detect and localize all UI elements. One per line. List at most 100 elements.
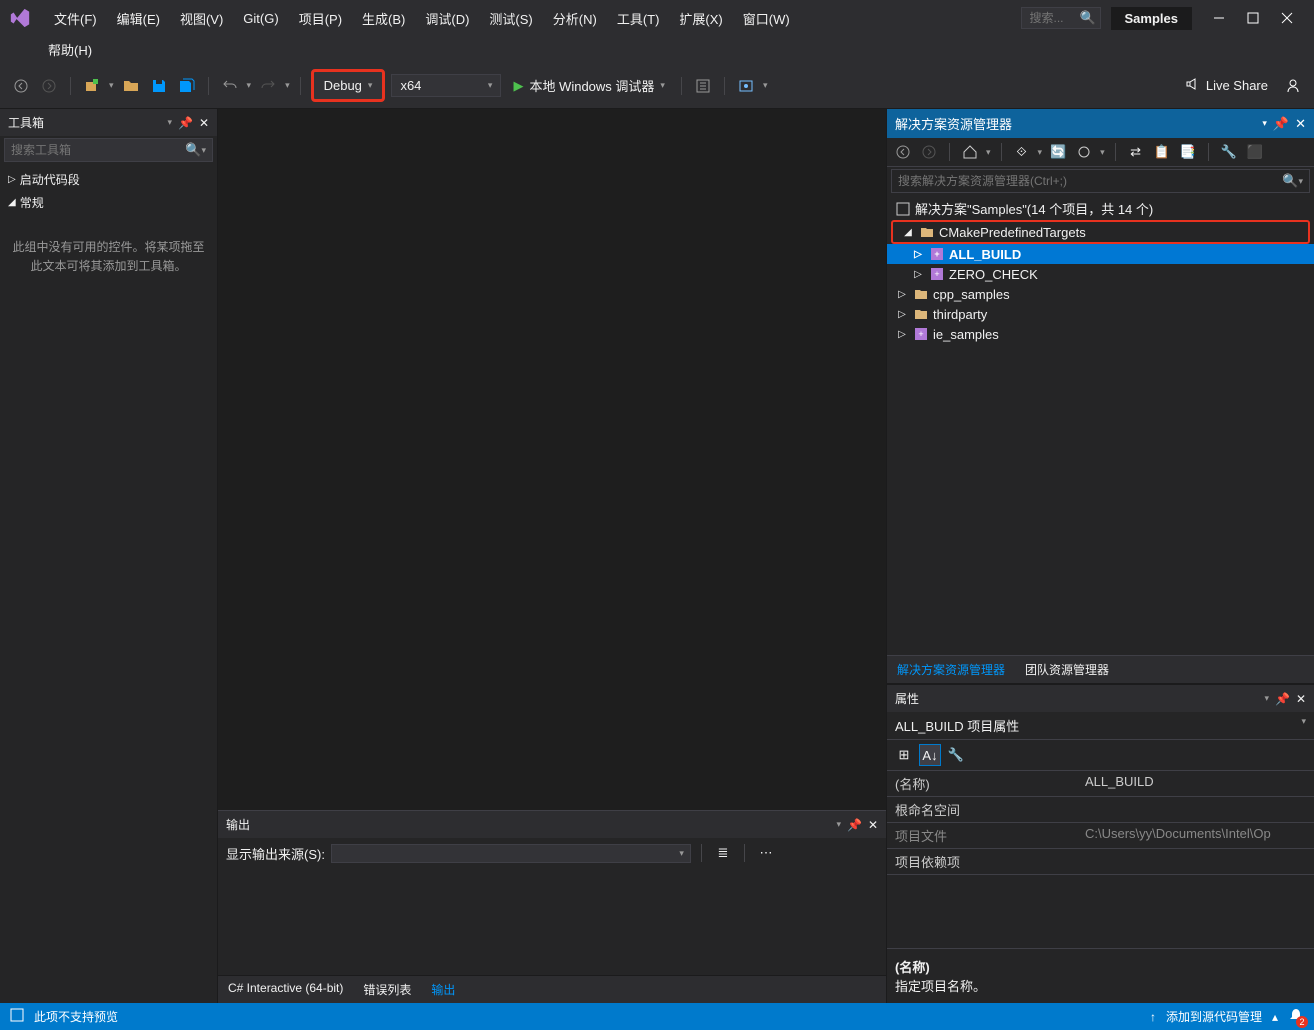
undo-button[interactable] — [219, 75, 241, 97]
tab-team-explorer[interactable]: 团队资源管理器 — [1015, 656, 1119, 683]
menu-analyze[interactable]: 分析(N) — [543, 5, 607, 32]
tab-error-list[interactable]: 错误列表 — [353, 976, 421, 1003]
close-icon[interactable]: ✕ — [1295, 116, 1306, 132]
solution-icon — [895, 201, 911, 217]
toolbox-search-input[interactable] — [11, 143, 185, 157]
property-row[interactable]: (名称) ALL_BUILD — [887, 771, 1314, 797]
sol-toolbar-button[interactable]: 📋 — [1152, 142, 1172, 162]
notification-button[interactable]: 2 — [1288, 1007, 1304, 1026]
platform-dropdown[interactable]: x64 ▾ — [391, 74, 501, 97]
chevron-down-icon: ▾ — [763, 80, 768, 91]
chevron-down-icon[interactable]: ▾ — [167, 117, 172, 128]
start-debug-button[interactable]: ▶ 本地 Windows 调试器 ▾ — [507, 73, 671, 98]
close-icon[interactable]: ✕ — [1296, 692, 1306, 706]
sol-toolbar-button[interactable]: ⬛ — [1245, 142, 1265, 162]
title-search-input[interactable] — [1030, 11, 1080, 25]
feedback-button[interactable] — [1282, 75, 1304, 97]
chevron-down-icon: ▾ — [660, 80, 665, 91]
open-file-button[interactable] — [120, 75, 142, 97]
tree-item-cpp-samples[interactable]: ▷ cpp_samples — [887, 284, 1314, 304]
solution-search[interactable]: 🔍 ▾ — [891, 169, 1310, 193]
menu-build[interactable]: 生成(B) — [352, 5, 415, 32]
statusbar-icon[interactable] — [10, 1008, 24, 1025]
property-value[interactable] — [1077, 849, 1314, 874]
title-search[interactable]: 🔍 — [1021, 7, 1101, 29]
alphabetize-button[interactable]: A↓ — [919, 744, 941, 766]
home-icon[interactable] — [960, 142, 980, 162]
categorize-button[interactable]: ⊞ — [893, 744, 915, 766]
new-project-button[interactable] — [81, 75, 103, 97]
close-icon[interactable]: ✕ — [199, 116, 209, 130]
output-source-dropdown[interactable]: ▾ — [331, 844, 691, 863]
tree-item-cmake-targets[interactable]: ◢ CMakePredefinedTargets — [891, 220, 1310, 244]
property-value[interactable]: ALL_BUILD — [1077, 771, 1314, 796]
menu-extensions[interactable]: 扩展(X) — [669, 5, 732, 32]
chevron-down-icon[interactable]: ▾ — [1264, 693, 1269, 704]
menu-test[interactable]: 测试(S) — [479, 5, 542, 32]
svg-text:+: + — [934, 249, 939, 259]
chevron-down-icon: ◢ — [901, 227, 915, 238]
toolbar-button[interactable] — [692, 75, 714, 97]
sol-toolbar-button[interactable]: 🔄 — [1048, 142, 1068, 162]
redo-button[interactable] — [257, 75, 279, 97]
pin-icon[interactable]: 📌 — [847, 818, 862, 832]
output-toolbar-button[interactable]: ⋯ — [755, 842, 777, 864]
wrench-icon[interactable]: 🔧 — [945, 744, 967, 766]
config-dropdown[interactable]: Debug ▾ — [311, 69, 386, 102]
pin-icon[interactable]: 📌 — [1273, 116, 1289, 132]
pin-icon[interactable]: 📌 — [178, 116, 193, 130]
toolbox-search[interactable]: 🔍 ▾ — [4, 138, 213, 162]
sol-forward-button[interactable] — [919, 142, 939, 162]
close-icon[interactable]: ✕ — [868, 818, 878, 832]
live-share-button[interactable]: Live Share — [1176, 72, 1276, 99]
property-row[interactable]: 项目文件 C:\Users\yy\Documents\Intel\Op — [887, 823, 1314, 849]
chevron-down-icon[interactable]: ▾ — [1301, 716, 1306, 735]
sol-toolbar-button[interactable]: ⟐ — [1012, 142, 1032, 162]
pin-icon[interactable]: 📌 — [1275, 692, 1290, 706]
tab-output[interactable]: 输出 — [421, 976, 465, 1003]
tree-item-ie-samples[interactable]: ▷ + ie_samples — [887, 324, 1314, 344]
sol-back-button[interactable] — [893, 142, 913, 162]
toolbar-button[interactable] — [735, 75, 757, 97]
tab-interactive[interactable]: C# Interactive (64-bit) — [218, 976, 353, 1003]
nav-back-button[interactable] — [10, 75, 32, 97]
toolbox-item[interactable]: ◢常规 — [0, 191, 217, 214]
minimize-button[interactable] — [1212, 11, 1226, 25]
project-icon: + — [913, 326, 929, 342]
sol-toolbar-button[interactable]: ⇄ — [1126, 142, 1146, 162]
solution-search-input[interactable] — [898, 174, 1282, 188]
output-title: 输出 — [226, 816, 250, 833]
chevron-down-icon[interactable]: ▾ — [1262, 118, 1267, 129]
save-button[interactable] — [148, 75, 170, 97]
output-toolbar-button[interactable]: ≣ — [712, 842, 734, 864]
menu-debug[interactable]: 调试(D) — [415, 5, 479, 32]
sol-toolbar-button[interactable] — [1074, 142, 1094, 162]
tab-solution-explorer[interactable]: 解决方案资源管理器 — [887, 656, 1015, 683]
menu-file[interactable]: 文件(F) — [44, 5, 107, 32]
menu-tools[interactable]: 工具(T) — [607, 5, 670, 32]
property-value[interactable] — [1077, 797, 1314, 822]
svg-text:+: + — [918, 329, 923, 339]
tree-item-zero-check[interactable]: ▷ + ZERO_CHECK — [887, 264, 1314, 284]
chevron-down-icon[interactable]: ▾ — [836, 819, 841, 830]
menu-view[interactable]: 视图(V) — [170, 5, 233, 32]
tree-item-thirdparty[interactable]: ▷ thirdparty — [887, 304, 1314, 324]
property-row[interactable]: 根命名空间 — [887, 797, 1314, 823]
menu-window[interactable]: 窗口(W) — [733, 5, 800, 32]
property-row[interactable]: 项目依赖项 — [887, 849, 1314, 875]
menu-help[interactable]: 帮助(H) — [48, 40, 92, 59]
save-all-button[interactable] — [176, 75, 198, 97]
source-control-button[interactable]: 添加到源代码管理 — [1166, 1008, 1262, 1025]
menu-edit[interactable]: 编辑(E) — [107, 5, 170, 32]
toolbox-item[interactable]: ▷启动代码段 — [0, 168, 217, 191]
close-button[interactable] — [1280, 11, 1294, 25]
menu-git[interactable]: Git(G) — [233, 7, 288, 30]
chevron-down-icon: ▾ — [285, 80, 290, 91]
sol-toolbar-button[interactable]: 📑 — [1178, 142, 1198, 162]
nav-forward-button[interactable] — [38, 75, 60, 97]
tree-item-all-build[interactable]: ▷ + ALL_BUILD — [887, 244, 1314, 264]
maximize-button[interactable] — [1246, 11, 1260, 25]
menu-project[interactable]: 项目(P) — [289, 5, 352, 32]
wrench-icon[interactable]: 🔧 — [1219, 142, 1239, 162]
solution-node[interactable]: 解决方案"Samples"(14 个项目，共 14 个) — [887, 197, 1314, 220]
